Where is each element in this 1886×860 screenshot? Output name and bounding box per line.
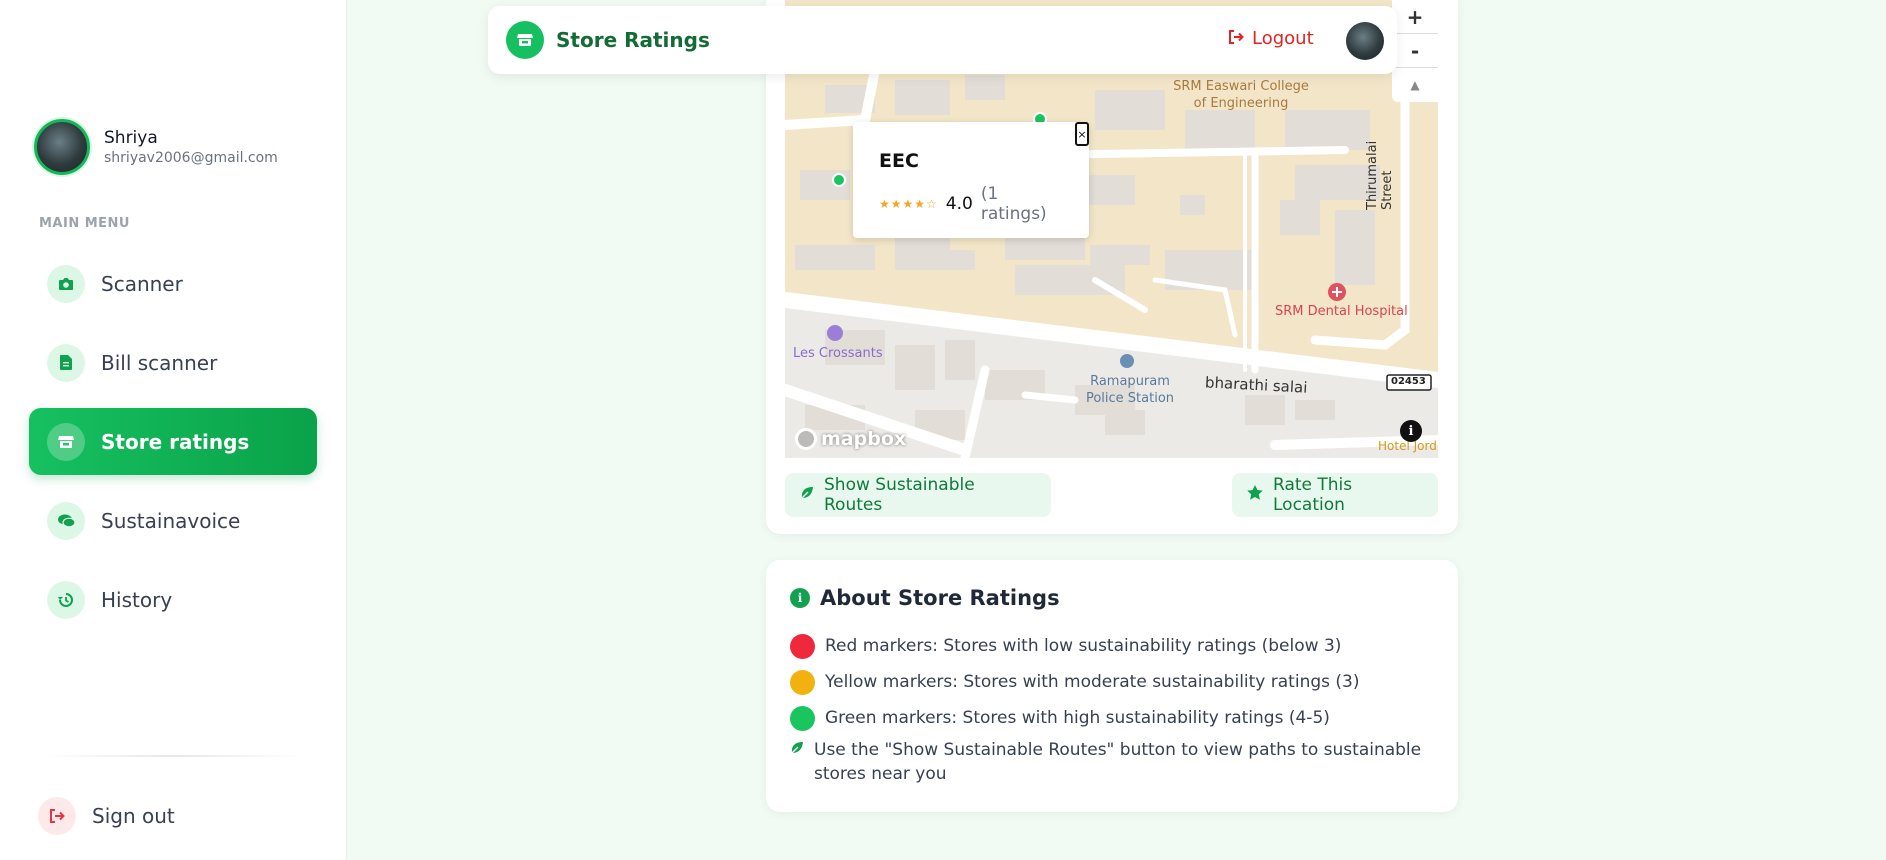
compass-button[interactable]: ▲ (1392, 68, 1438, 102)
legend-text: Green markers: Stores with high sustaina… (825, 708, 1330, 728)
info-icon: i (790, 588, 810, 608)
legend-item: Yellow markers: Stores with moderate sus… (790, 664, 1434, 700)
sidebar-item-bill-scanner[interactable]: Bill scanner (29, 329, 317, 396)
sidebar-item-label: Store ratings (101, 429, 250, 454)
sign-out-label: Sign out (92, 804, 175, 828)
map-label-college: SRM Easwari College of Engineering (1173, 79, 1309, 111)
main-menu: Scanner Bill scanner Store ratings Susta… (29, 250, 317, 645)
popup-close-button[interactable]: × (1075, 122, 1089, 146)
file-icon (47, 343, 85, 382)
user-name: Shriya (104, 128, 158, 148)
avatar[interactable] (34, 119, 90, 175)
logout-button[interactable]: Logout (1228, 28, 1314, 49)
page-title: Store Ratings (556, 28, 710, 52)
legend-item: Red markers: Stores with low sustainabil… (790, 628, 1434, 664)
star-icon (1247, 485, 1263, 505)
legend-text: Yellow markers: Stores with moderate sus… (825, 672, 1360, 692)
divider (44, 755, 302, 757)
sidebar-item-sustainavoice[interactable]: Sustainavoice (29, 487, 317, 554)
sidebar-item-label: Bill scanner (101, 350, 218, 375)
leaf-icon (800, 485, 814, 505)
map-label-hospital: SRM Dental Hospital (1275, 304, 1408, 319)
rate-location-button[interactable]: Rate This Location (1232, 473, 1438, 517)
popup-rating-count: (1 ratings) (980, 184, 1047, 224)
popup-rating: ★★★★☆ 4.0 (1 ratings) (879, 184, 1063, 224)
zoom-out-button[interactable]: - (1392, 34, 1438, 68)
show-sustainable-routes-button[interactable]: Show Sustainable Routes (785, 473, 1051, 517)
show-routes-label: Show Sustainable Routes (824, 475, 975, 515)
map-label-street: Thirumalai Street (1365, 140, 1395, 210)
about-store-ratings-card: i About Store Ratings Red markers: Store… (766, 560, 1458, 812)
avatar[interactable] (1346, 22, 1384, 60)
logout-label: Logout (1252, 28, 1314, 49)
sidebar-item-label: Sustainavoice (101, 508, 241, 533)
map-label-bakery: Les Crossants (793, 346, 883, 361)
popup-rating-value: 4.0 (945, 194, 973, 214)
logout-icon (1228, 28, 1244, 49)
mapbox-attribution: mapbox (821, 428, 907, 450)
popup-store-name: EEC (879, 150, 919, 172)
sidebar-item-label: Scanner (101, 271, 183, 296)
about-title: i About Store Ratings (790, 586, 1434, 610)
sidebar-item-label: History (101, 587, 173, 612)
chat-icon (47, 501, 85, 540)
sidebar-item-store-ratings[interactable]: Store ratings (29, 408, 317, 475)
sidebar-item-history[interactable]: History (29, 566, 317, 633)
history-icon (47, 580, 85, 619)
zoom-in-button[interactable]: + (1392, 0, 1438, 34)
sidebar-item-scanner[interactable]: Scanner (29, 250, 317, 317)
star-rating-icon: ★★★★☆ (879, 197, 938, 211)
map-controls: + - ▲ (1392, 0, 1438, 102)
map-label-police: Ramapuram Police Station (1085, 374, 1175, 406)
menu-heading: MAIN MENU (39, 216, 130, 231)
sidebar: Shriya shriyav2006@gmail.com MAIN MENU S… (0, 0, 347, 860)
rate-location-label: Rate This Location (1273, 475, 1353, 515)
about-title-text: About Store Ratings (820, 586, 1060, 610)
routes-tip: Use the "Show Sustainable Routes" button… (790, 738, 1434, 786)
leaf-icon (790, 739, 804, 786)
store-popup: × EEC ★★★★☆ 4.0 (1 ratings) (853, 122, 1089, 238)
store-icon (47, 422, 85, 461)
camera-icon (47, 264, 85, 303)
yellow-marker-dot (790, 669, 815, 695)
store-icon (506, 21, 544, 59)
legend-item: Green markers: Stores with high sustaina… (790, 700, 1434, 736)
mapbox-logo[interactable]: mapbox (795, 428, 906, 450)
marker-legend: Red markers: Stores with low sustainabil… (790, 628, 1434, 786)
green-marker-dot (790, 705, 815, 731)
map-label-road-shield: 02453 (1391, 376, 1426, 387)
sign-out-icon (38, 797, 76, 835)
red-marker-dot (790, 633, 815, 659)
mapbox-icon (795, 428, 817, 450)
user-email: shriyav2006@gmail.com (104, 150, 278, 166)
sign-out-button[interactable]: Sign out (38, 797, 175, 835)
top-bar: Store Ratings Logout (488, 6, 1397, 74)
legend-text: Red markers: Stores with low sustainabil… (825, 636, 1342, 656)
routes-tip-text: Use the "Show Sustainable Routes" button… (814, 740, 1422, 784)
user-profile: Shriya shriyav2006@gmail.com (34, 119, 278, 175)
attribution-info-button[interactable]: i (1400, 420, 1422, 442)
